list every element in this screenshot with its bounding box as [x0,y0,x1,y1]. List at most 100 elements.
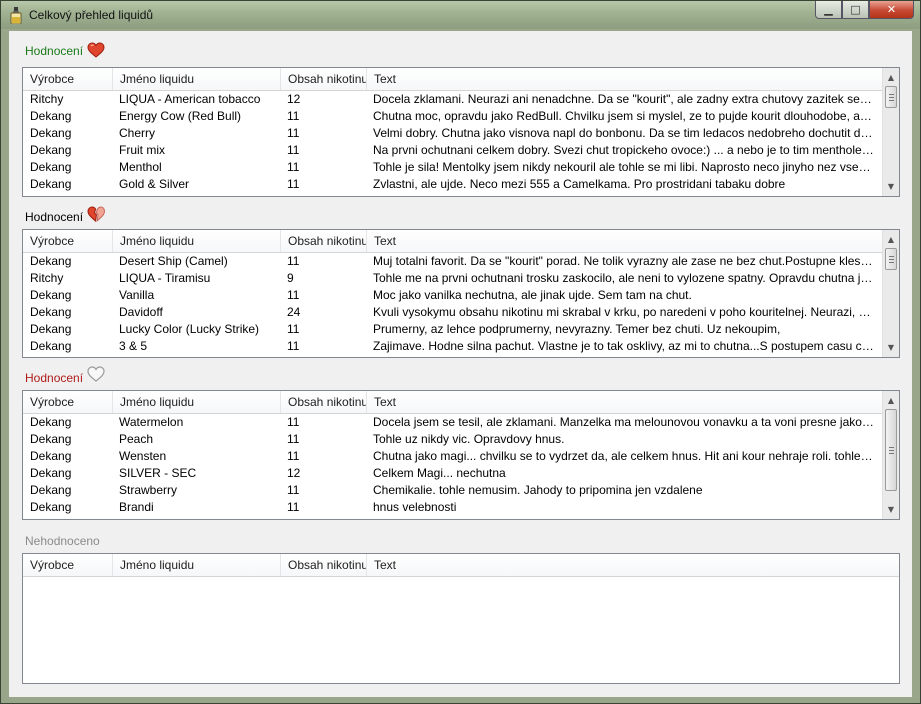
cell-liquid-name: Fruit mix [119,143,165,157]
cell-nicotine: 11 [287,339,300,353]
column-header-liquid-name[interactable]: Jméno liquidu [113,68,281,90]
cell-text: Na prvni ochutnani celkem dobry. Svezi c… [373,143,874,157]
cell-text: Docela zklamani. Neurazi ani nenadchne. … [373,92,874,106]
table-row[interactable]: Dekang Watermelon 11 Docela jsem se tesil, … [23,414,883,431]
table-row[interactable]: Dekang 3 & 5 11 Zajimave. Hodne silna pachu… [23,338,883,355]
scroll-up-arrow-icon[interactable]: ▲ [883,69,899,86]
cell-manufacturer: Dekang [30,500,72,514]
cell-manufacturer: Ritchy [30,92,64,106]
column-header-manufacturer[interactable]: Výrobce [23,230,113,252]
scroll-down-arrow-icon[interactable]: ▼ [883,501,899,518]
column-header-liquid-name[interactable]: Jméno liquidu [113,230,281,252]
listview-unrated[interactable]: Výrobce Jméno liquidu Obsah nikotinu Tex… [22,553,900,684]
cell-nicotine: 11 [287,322,300,336]
vertical-scrollbar[interactable]: ▲ ▼ [882,68,899,196]
scroll-thumb[interactable] [885,409,897,491]
scroll-up-arrow-icon[interactable]: ▲ [883,392,899,409]
cell-nicotine: 11 [287,449,300,463]
column-header-nicotine[interactable]: Obsah nikotinu [281,68,367,90]
cell-nicotine: 12 [287,92,301,106]
cell-nicotine: 11 [287,177,300,191]
listview-good[interactable]: Výrobce Jméno liquidu Obsah nikotinu Tex… [22,67,900,197]
cell-text: Celkem Magi... nechutna [373,466,506,480]
client-area: Hodnocení Výrobce Jméno liquidu Obsah ni… [9,31,912,697]
table-row[interactable]: Dekang Lucky Color (Lucky Strike) 11 Prumer… [23,321,883,338]
table-row[interactable]: Dekang Brandi 11 hnus velebnosti [23,499,883,516]
liquid-bottle-icon [10,7,22,24]
cell-nicotine: 11 [287,160,300,174]
cell-text: Docela jsem se tesil, ale zklamani. Manz… [373,415,874,429]
cell-text: Chutna moc, opravdu jako RedBull. Chvilk… [373,109,874,123]
table-row[interactable]: Dekang Cherry 11 Velmi dobry. Chutna jako v… [23,125,883,142]
cell-nicotine: 11 [287,109,300,123]
table-row[interactable]: Ritchy LIQUA - American tobacco 12 Docela z… [23,91,883,108]
column-header-liquid-name[interactable]: Jméno liquidu [113,391,281,413]
cell-text: Prumerny, az lehce podprumerny, nevyrazn… [373,322,781,336]
column-header-manufacturer[interactable]: Výrobce [23,554,113,576]
table-row[interactable]: Dekang Vanilla 11 Moc jako vanilka nechutna… [23,287,883,304]
column-header-text[interactable]: Text [367,391,883,413]
column-header-nicotine[interactable]: Obsah nikotinu [281,554,367,576]
cell-liquid-name: Wensten [119,449,167,463]
column-header-text[interactable]: Text [367,554,883,576]
column-header-row: Výrobce Jméno liquidu Obsah nikotinu Tex… [23,230,899,253]
listview-mixed[interactable]: Výrobce Jméno liquidu Obsah nikotinu Tex… [22,229,900,358]
cell-liquid-name: Brandi [119,500,154,514]
table-row[interactable]: Dekang Desert Ship (Camel) 11 Muj totalni f… [23,253,883,270]
cell-manufacturer: Dekang [30,160,72,174]
table-row[interactable]: Dekang Wensten 11 Chutna jako magi... chvil… [23,448,883,465]
window-controls: ▁ □ ✕ [815,1,914,20]
cell-text: hnus velebnosti [373,500,457,514]
scroll-up-arrow-icon[interactable]: ▲ [883,231,899,248]
close-button[interactable]: ✕ [869,1,914,19]
column-header-text[interactable]: Text [367,230,883,252]
column-header-nicotine[interactable]: Obsah nikotinu [281,230,367,252]
table-row[interactable]: Dekang Gold & Silver 11 Zvlastni, ale ujde.… [23,176,883,193]
maximize-button[interactable]: □ [842,1,869,19]
table-row[interactable]: Ritchy LIQUA - Tiramisu 9 Tohle me na prvni… [23,270,883,287]
cell-nicotine: 11 [287,483,300,497]
minimize-button[interactable]: ▁ [815,1,842,19]
table-row[interactable]: Dekang Peach 11 Tohle uz nikdy vic. Opravdo… [23,431,883,448]
column-header-text[interactable]: Text [367,68,883,90]
cell-text: Kvuli vysokymu obsahu nikotinu mi skraba… [373,305,874,319]
column-header-nicotine[interactable]: Obsah nikotinu [281,391,367,413]
table-row[interactable]: Dekang Energy Cow (Red Bull) 11 Chutna moc,… [23,108,883,125]
cell-nicotine: 11 [287,126,300,140]
table-row[interactable]: Dekang SILVER - SEC 12 Celkem Magi... nechu… [23,465,883,482]
cell-liquid-name: Desert Ship (Camel) [119,254,228,268]
cell-nicotine: 24 [287,305,301,319]
table-row[interactable]: Dekang Davidoff 24 Kvuli vysokymu obsahu ni… [23,304,883,321]
vertical-scrollbar[interactable]: ▲ ▼ [882,391,899,519]
cell-liquid-name: Davidoff [119,305,163,319]
column-header-liquid-name[interactable]: Jméno liquidu [113,554,281,576]
table-row[interactable]: Dekang Menthol 11 Tohle je sila! Mentolky j… [23,159,883,176]
title-bar[interactable]: Celkový přehled liquidů ▁ □ ✕ [1,1,920,29]
main-window: Celkový přehled liquidů ▁ □ ✕ Hodnocení … [0,0,921,704]
table-row[interactable]: Dekang Fruit mix 11 Na prvni ochutnani celk… [23,142,883,159]
scroll-down-arrow-icon[interactable]: ▼ [883,178,899,195]
cell-manufacturer: Dekang [30,288,72,302]
cell-liquid-name: 3 & 5 [119,339,148,353]
cell-liquid-name: Cherry [119,126,156,140]
cell-manufacturer: Ritchy [30,271,64,285]
cell-liquid-name: Gold & Silver [119,177,190,191]
column-header-row: Výrobce Jméno liquidu Obsah nikotinu Tex… [23,554,899,577]
cell-text: Chemikalie. tohle nemusim. Jahody to pri… [373,483,703,497]
scroll-thumb[interactable] [885,248,897,270]
scroll-thumb[interactable] [885,86,897,108]
column-header-manufacturer[interactable]: Výrobce [23,68,113,90]
cell-manufacturer: Dekang [30,339,72,353]
cell-nicotine: 11 [287,415,300,429]
group-label-bad: Hodnocení [25,371,84,385]
cell-manufacturer: Dekang [30,322,72,336]
window-title: Celkový přehled liquidů [29,8,154,22]
listview-bad[interactable]: Výrobce Jméno liquidu Obsah nikotinu Tex… [22,390,900,520]
scroll-down-arrow-icon[interactable]: ▼ [883,339,899,356]
table-row[interactable]: Dekang Strawberry 11 Chemikalie. tohle nemu… [23,482,883,499]
cell-text: Zvlastni, ale ujde. Neco mezi 555 a Came… [373,177,786,191]
cell-manufacturer: Dekang [30,483,72,497]
cell-liquid-name: LIQUA - Tiramisu [119,271,211,285]
vertical-scrollbar[interactable]: ▲ ▼ [882,230,899,357]
column-header-manufacturer[interactable]: Výrobce [23,391,113,413]
